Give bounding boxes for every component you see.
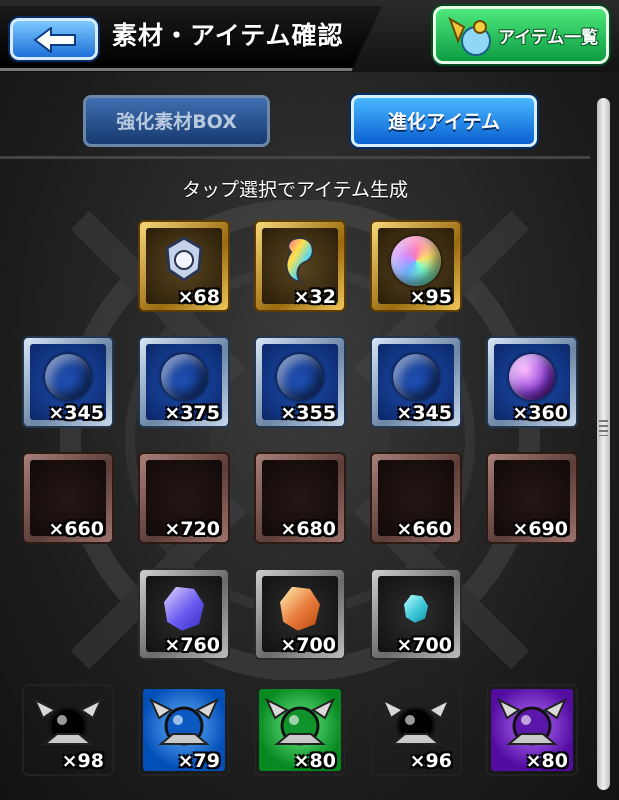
- item-quantity: ×760: [164, 634, 220, 656]
- scroll-grip[interactable]: [599, 420, 608, 436]
- light-orb-icon: [393, 354, 439, 400]
- item-quantity: ×98: [61, 750, 104, 772]
- item-quantity: ×80: [293, 750, 336, 772]
- item-tile[interactable]: ×375: [138, 336, 230, 428]
- item-tile[interactable]: ×68: [138, 220, 230, 312]
- item-tile[interactable]: ×95: [370, 220, 462, 312]
- item-tile[interactable]: ×700: [370, 568, 462, 660]
- item-tile[interactable]: ×360: [486, 336, 578, 428]
- water-stone-icon: [162, 471, 206, 515]
- item-quantity: ×375: [164, 402, 220, 424]
- light-stone-icon: [394, 471, 438, 515]
- item-tile[interactable]: ×96: [370, 684, 462, 776]
- helmet-crest-icon: [159, 234, 209, 288]
- item-quantity: ×360: [512, 402, 568, 424]
- item-tile[interactable]: ×720: [138, 452, 230, 544]
- item-quantity: ×660: [396, 518, 452, 540]
- dark-orb-icon: [509, 353, 555, 400]
- item-quantity: ×96: [409, 750, 452, 772]
- item-quantity: ×700: [280, 634, 336, 656]
- item-tile[interactable]: ×660: [22, 452, 114, 544]
- item-quantity: ×700: [396, 634, 452, 656]
- fire-orb-icon: [45, 354, 91, 400]
- item-list-button[interactable]: アイテム一覧: [433, 6, 609, 64]
- game-screen: { "header": { "title": "素材・アイテム確認", "bac…: [0, 0, 619, 800]
- item-tile[interactable]: ×98: [22, 684, 114, 776]
- violet-crystal-icon: [164, 586, 204, 631]
- item-tile[interactable]: ×80: [486, 684, 578, 776]
- item-quantity: ×680: [280, 518, 336, 540]
- item-quantity: ×68: [177, 286, 220, 308]
- item-quantity: ×355: [280, 402, 336, 424]
- cyan-crystal-icon: [404, 594, 428, 623]
- item-quantity: ×345: [48, 402, 104, 424]
- item-quantity: ×80: [525, 750, 568, 772]
- wood-stone-icon: [278, 471, 322, 515]
- item-tile[interactable]: ×690: [486, 452, 578, 544]
- item-tile[interactable]: ×680: [254, 452, 346, 544]
- fire-stone-icon: [46, 471, 90, 515]
- item-bag-icon: [448, 16, 491, 56]
- tab-enhance-material-box[interactable]: 強化素材BOX: [83, 95, 270, 147]
- item-tile[interactable]: ×345: [22, 336, 114, 428]
- divider: [0, 156, 590, 159]
- orange-crystal-icon: [280, 586, 320, 631]
- item-quantity: ×660: [48, 518, 104, 540]
- rainbow-swirl-icon: [275, 232, 325, 290]
- item-tile[interactable]: ×80: [254, 684, 346, 776]
- item-tile[interactable]: ×700: [254, 568, 346, 660]
- item-quantity: ×79: [177, 750, 220, 772]
- water-orb-icon: [161, 354, 207, 400]
- page-title: 素材・アイテム確認: [112, 21, 344, 50]
- item-quantity: ×720: [164, 518, 220, 540]
- scrollbar[interactable]: [597, 98, 610, 790]
- item-quantity: ×345: [396, 402, 452, 424]
- item-quantity: ×32: [293, 286, 336, 308]
- item-list-label: アイテム一覧: [498, 28, 599, 48]
- item-tile[interactable]: ×660: [370, 452, 462, 544]
- wood-orb-icon: [277, 354, 323, 400]
- back-button[interactable]: [10, 18, 98, 60]
- rainbow-orb-icon: [391, 235, 441, 286]
- tab-evolution-items[interactable]: 進化アイテム: [351, 95, 537, 147]
- back-arrow-icon: [33, 27, 76, 53]
- item-tile[interactable]: ×79: [138, 684, 230, 776]
- item-tile[interactable]: ×355: [254, 336, 346, 428]
- item-quantity: ×690: [512, 518, 568, 540]
- dark-stone-icon: [510, 471, 554, 515]
- item-tile[interactable]: ×345: [370, 336, 462, 428]
- item-tile[interactable]: ×32: [254, 220, 346, 312]
- instruction-text: タップ選択でアイテム生成: [181, 179, 409, 201]
- item-quantity: ×95: [409, 286, 452, 308]
- item-tile[interactable]: ×760: [138, 568, 230, 660]
